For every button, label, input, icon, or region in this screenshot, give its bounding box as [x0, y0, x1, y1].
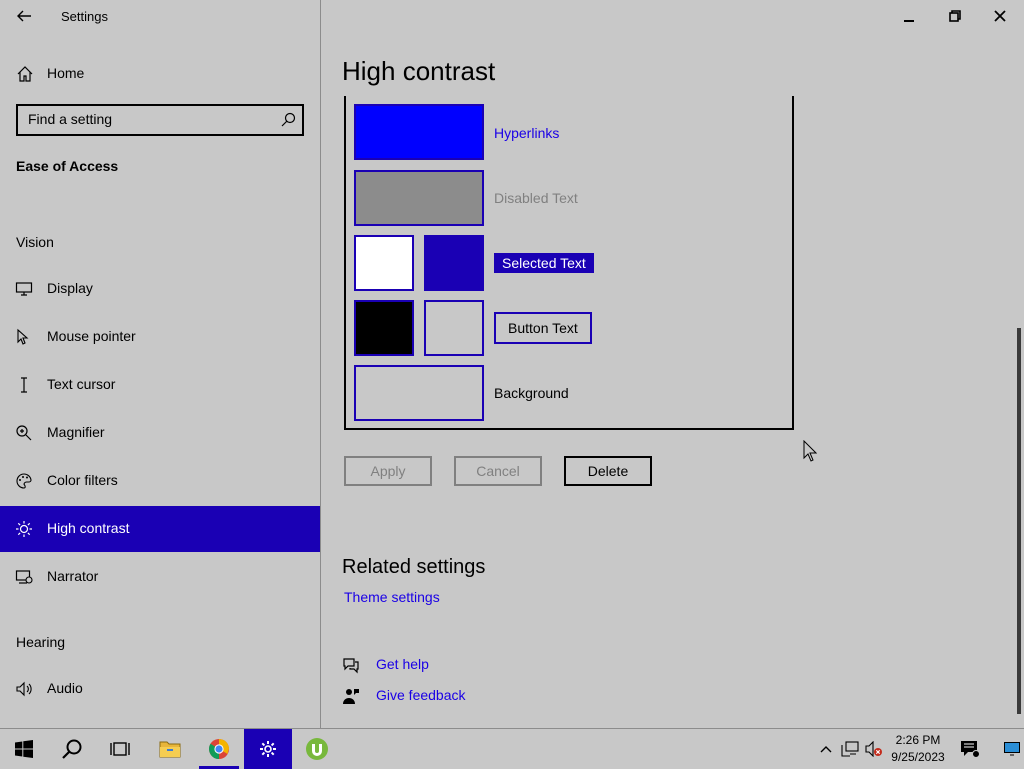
utorrent-icon: [306, 738, 328, 760]
cancel-button[interactable]: Cancel: [454, 456, 542, 486]
volume-muted-icon: [865, 741, 882, 757]
hyperlinks-color-swatch[interactable]: [354, 104, 484, 160]
magnifier-icon: [15, 424, 33, 442]
taskbar-search-button[interactable]: [48, 729, 96, 769]
volume-tray-button[interactable]: [864, 739, 884, 759]
section-title: Ease of Access: [16, 158, 119, 174]
start-button[interactable]: [0, 729, 48, 769]
task-view-button[interactable]: [96, 729, 144, 769]
mouse-cursor-icon: [803, 440, 817, 462]
minimize-button[interactable]: [886, 0, 932, 32]
clock[interactable]: 2:26 PM 9/25/2023: [888, 732, 948, 766]
chrome-icon: [208, 739, 229, 760]
minimize-icon: [904, 20, 914, 22]
home-icon: [17, 66, 33, 82]
search-input[interactable]: [28, 111, 268, 127]
sidebar-item-text-cursor[interactable]: Text cursor: [0, 362, 320, 408]
sidebar-item-label: Display: [47, 280, 93, 296]
restore-icon: [949, 10, 961, 22]
background-color-swatch[interactable]: [354, 365, 484, 421]
selected-text-foreground-swatch[interactable]: [354, 235, 414, 291]
clock-time: 2:26 PM: [895, 733, 941, 747]
theme-settings-link[interactable]: Theme settings: [344, 589, 440, 605]
chrome-button[interactable]: [195, 729, 243, 769]
sidebar-item-mouse-pointer[interactable]: Mouse pointer: [0, 314, 320, 360]
mouse-pointer-icon: [15, 328, 33, 346]
task-view-icon: [110, 742, 130, 756]
sidebar-item-color-filters[interactable]: Color filters: [0, 458, 320, 504]
start-icon: [15, 740, 33, 758]
text-cursor-icon: [15, 376, 33, 394]
disabled-text-color-swatch[interactable]: [354, 170, 484, 226]
feedback-person-icon: [343, 689, 359, 704]
button-text-label: Button Text: [494, 312, 592, 344]
sidebar-item-label: Narrator: [47, 568, 99, 584]
desktop-icon: [1004, 742, 1020, 756]
search-icon: [62, 739, 82, 759]
button-text-foreground-swatch[interactable]: [354, 300, 414, 356]
give-feedback-link[interactable]: Give feedback: [342, 685, 482, 707]
background-label: Background: [494, 385, 569, 401]
help-chat-icon: [343, 658, 359, 674]
close-button[interactable]: [977, 0, 1023, 32]
restore-button[interactable]: [932, 0, 978, 32]
file-explorer-button[interactable]: [146, 729, 194, 769]
apply-button[interactable]: Apply: [344, 456, 432, 486]
back-arrow-icon: [17, 10, 31, 22]
sidebar-item-narrator[interactable]: Narrator: [0, 554, 320, 600]
give-feedback-label: Give feedback: [376, 687, 466, 703]
speaker-icon: [15, 680, 33, 698]
monitor-icon: [15, 280, 33, 298]
related-settings-heading: Related settings: [342, 556, 486, 578]
sidebar-item-label: High contrast: [47, 520, 130, 536]
sidebar-item-label: Home: [47, 65, 85, 81]
sidebar-item-magnifier[interactable]: Magnifier: [0, 410, 320, 456]
file-explorer-icon: [159, 741, 181, 758]
network-tray-button[interactable]: [840, 739, 860, 759]
close-icon: [994, 10, 1006, 22]
sidebar-item-label: Audio: [47, 680, 83, 696]
sidebar-item-label: Mouse pointer: [47, 328, 136, 344]
search-box[interactable]: [16, 104, 304, 136]
sidebar-item-audio[interactable]: Audio: [0, 666, 320, 712]
settings-icon: [260, 741, 276, 757]
action-center-button[interactable]: [960, 739, 980, 759]
show-hidden-icons-button[interactable]: [816, 739, 836, 759]
utorrent-button[interactable]: [293, 729, 341, 769]
sidebar-item-home[interactable]: Home: [0, 60, 320, 86]
get-help-link[interactable]: Get help: [342, 654, 462, 676]
search-icon[interactable]: [280, 112, 296, 128]
group-heading-hearing: Hearing: [16, 634, 66, 650]
color-settings-panel: Hyperlinks Disabled Text Selected Text B…: [344, 96, 794, 430]
sidebar-item-label: Text cursor: [47, 376, 116, 392]
palette-icon: [15, 472, 33, 490]
sidebar: Settings Home Ease of Access Vision Disp…: [0, 0, 321, 728]
sidebar-item-label: Color filters: [47, 472, 118, 488]
disabled-text-label: Disabled Text: [494, 190, 578, 206]
get-help-label: Get help: [376, 656, 429, 672]
sidebar-item-high-contrast[interactable]: High contrast: [0, 506, 320, 552]
taskbar: 2:26 PM 9/25/2023: [0, 728, 1024, 769]
sun-icon: [15, 520, 33, 538]
clock-date: 9/25/2023: [891, 750, 945, 764]
sidebar-item-display[interactable]: Display: [0, 266, 320, 312]
scrollbar[interactable]: [1017, 328, 1021, 714]
show-desktop-button[interactable]: [1002, 739, 1022, 759]
selected-text-background-swatch[interactable]: [424, 235, 484, 291]
group-heading-vision: Vision: [16, 234, 54, 250]
narrator-icon: [15, 568, 33, 586]
chevron-up-icon: [820, 746, 832, 753]
app-title: Settings: [61, 9, 108, 24]
settings-button[interactable]: [244, 729, 292, 769]
notification-icon: [961, 741, 980, 758]
button-text-background-swatch[interactable]: [424, 300, 484, 356]
page-title: High contrast: [342, 56, 496, 86]
hyperlinks-label: Hyperlinks: [494, 125, 560, 141]
network-icon: [841, 741, 859, 757]
sidebar-item-label: Magnifier: [47, 424, 105, 440]
delete-button[interactable]: Delete: [564, 456, 652, 486]
back-button[interactable]: [10, 4, 38, 28]
selected-text-label: Selected Text: [494, 253, 594, 273]
